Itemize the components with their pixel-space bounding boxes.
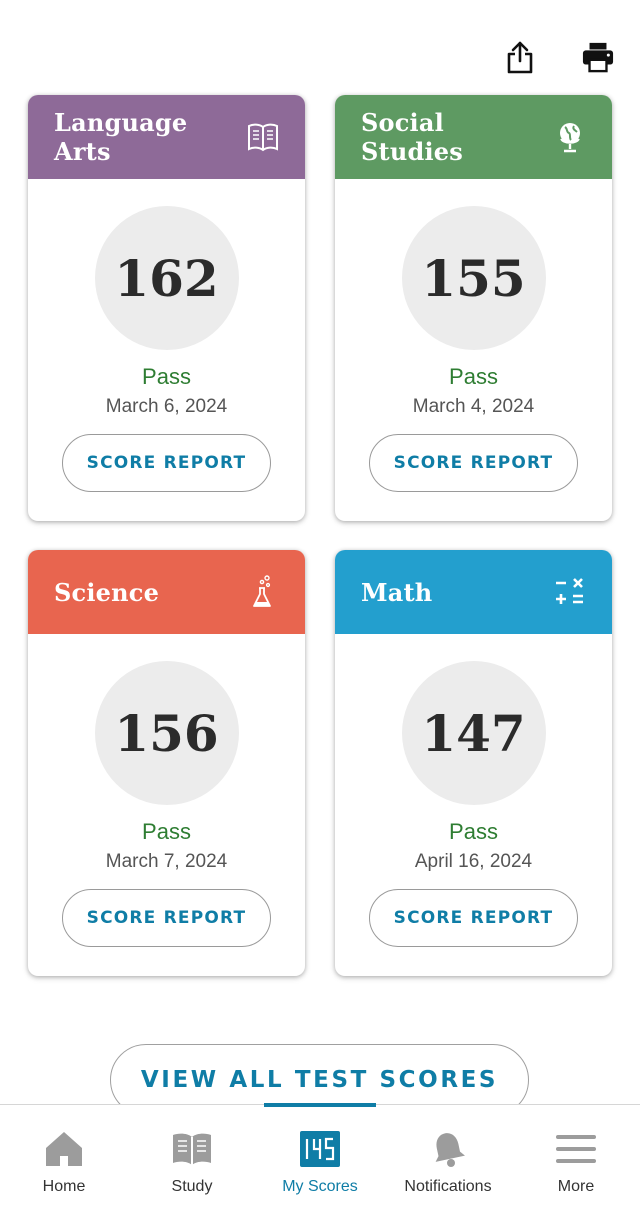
share-icon[interactable] xyxy=(504,40,536,74)
math-operators-icon xyxy=(554,576,586,608)
score-report-button[interactable]: SCORE REPORT xyxy=(369,889,578,947)
menu-icon xyxy=(555,1129,597,1169)
score-value: 156 xyxy=(114,703,219,763)
print-icon[interactable] xyxy=(582,40,614,74)
score-circle: 155 xyxy=(401,206,546,350)
flask-icon xyxy=(247,575,279,608)
card-math: Math 147 Pass April 16, 2024 SCORE REPOR… xyxy=(335,550,612,976)
card-title: Language Arts xyxy=(54,108,188,166)
score-value: 162 xyxy=(114,248,219,308)
card-header: Language Arts xyxy=(28,95,305,179)
nav-item-notifications[interactable]: Notifications xyxy=(384,1105,512,1214)
globe-icon xyxy=(554,121,586,153)
top-actions xyxy=(504,40,614,74)
card-title: Social Studies xyxy=(361,108,463,166)
nav-label: Notifications xyxy=(404,1178,492,1195)
test-date: April 16, 2024 xyxy=(414,851,533,872)
nav-item-study[interactable]: Study xyxy=(128,1105,256,1214)
card-social-studies: Social Studies 155 Pass March 4, 2024 SC… xyxy=(335,95,612,521)
nav-item-my-scores[interactable]: My Scores xyxy=(256,1105,384,1214)
score-report-button[interactable]: SCORE REPORT xyxy=(62,889,271,947)
score-value: 147 xyxy=(421,703,526,763)
card-header: Science xyxy=(28,550,305,634)
scoreboard-icon xyxy=(299,1129,341,1169)
score-circle: 147 xyxy=(401,661,546,805)
status-text: Pass xyxy=(449,819,498,844)
bell-icon xyxy=(427,1129,469,1169)
card-title: Math xyxy=(361,577,433,607)
status-text: Pass xyxy=(142,819,191,844)
test-date: March 4, 2024 xyxy=(412,396,535,417)
status-text: Pass xyxy=(449,364,498,389)
test-date: March 7, 2024 xyxy=(105,851,228,872)
card-header: Math xyxy=(335,550,612,634)
status-text: Pass xyxy=(142,364,191,389)
score-circle: 162 xyxy=(94,206,239,350)
card-header: Social Studies xyxy=(335,95,612,179)
score-report-button[interactable]: SCORE REPORT xyxy=(62,434,271,492)
card-language-arts: Language Arts 162 Pass March 6, 2024 SCO… xyxy=(28,95,305,521)
study-book-icon xyxy=(171,1129,213,1169)
active-tab-indicator xyxy=(264,1103,376,1107)
nav-item-more[interactable]: More xyxy=(512,1105,640,1214)
score-circle: 156 xyxy=(94,661,239,805)
test-date: March 6, 2024 xyxy=(105,396,228,417)
bottom-nav: Home Study My Scores Notifications More xyxy=(0,1103,640,1214)
score-report-button[interactable]: SCORE REPORT xyxy=(369,434,578,492)
score-value: 155 xyxy=(421,248,526,308)
nav-label: My Scores xyxy=(282,1178,358,1195)
book-icon xyxy=(247,121,279,153)
card-title: Science xyxy=(54,577,160,607)
nav-label: More xyxy=(557,1178,595,1195)
nav-item-home[interactable]: Home xyxy=(0,1105,128,1214)
home-icon xyxy=(43,1129,85,1169)
nav-label: Home xyxy=(42,1178,86,1195)
nav-label: Study xyxy=(171,1178,213,1195)
card-science: Science 156 Pass March 7, 2024 SCORE REP… xyxy=(28,550,305,976)
